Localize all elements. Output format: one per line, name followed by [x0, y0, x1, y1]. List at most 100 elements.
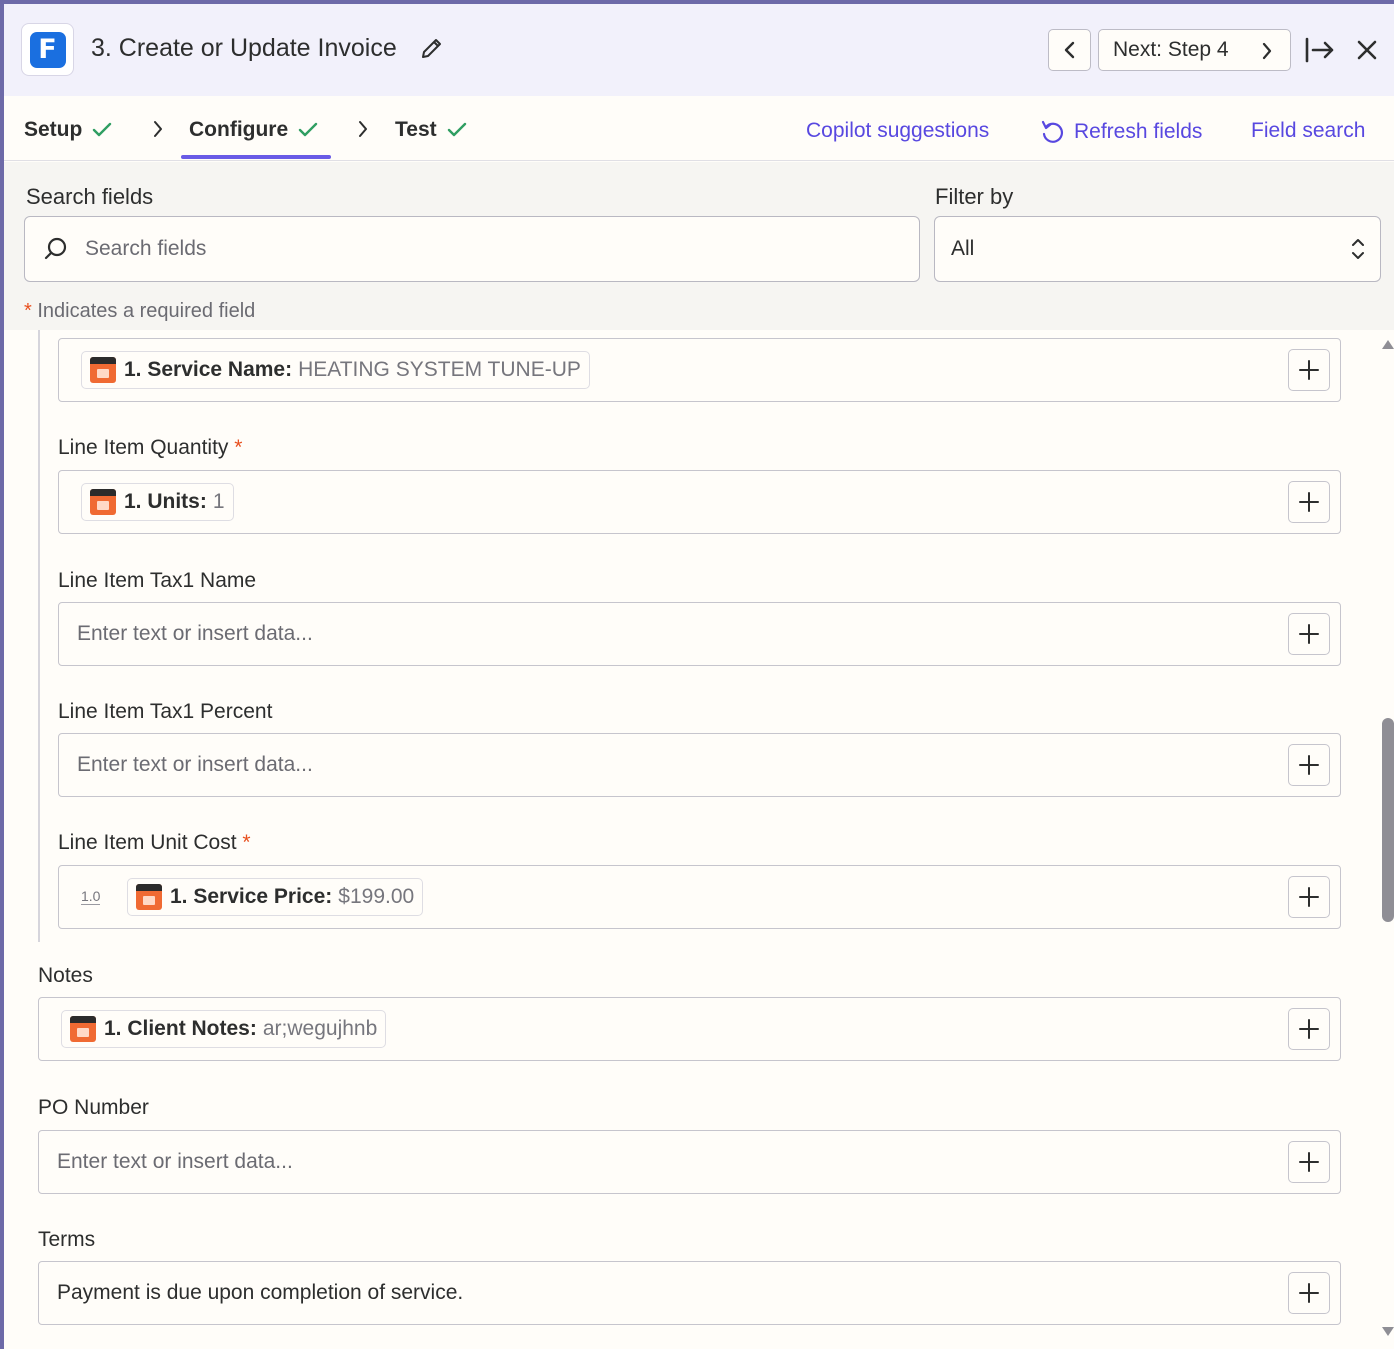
plus-icon [1299, 1019, 1319, 1039]
step-tabs: Setup Configure Test Copilot suggestions [4, 96, 1394, 161]
previous-step-button[interactable] [1048, 29, 1091, 71]
refresh-icon [1041, 120, 1064, 143]
filter-by-select[interactable]: All [934, 216, 1381, 282]
pill-label: 1. Client Notes: [104, 1017, 257, 1040]
chevron-right-icon [154, 121, 162, 137]
pill-label: 1. Service Price: [170, 885, 333, 908]
plus-icon [1299, 1152, 1319, 1172]
select-updown-icon [1352, 239, 1364, 259]
insert-data-button[interactable] [1288, 744, 1330, 786]
tab-test[interactable]: Test [395, 118, 467, 142]
active-tab-indicator [181, 155, 331, 159]
plus-icon [1299, 492, 1319, 512]
tab-label: Setup [24, 118, 83, 141]
plus-icon [1299, 1283, 1319, 1303]
field-value: Payment is due upon completion of servic… [57, 1281, 464, 1304]
insert-data-button[interactable] [1288, 349, 1330, 391]
chevron-left-icon [1064, 41, 1074, 59]
search-fields-input[interactable] [85, 237, 845, 261]
notes-label: Notes [38, 964, 93, 987]
plus-icon [1299, 360, 1319, 380]
required-star: * [234, 436, 243, 459]
next-step-label: Next: Step 4 [1113, 38, 1229, 61]
next-step-button[interactable]: Next: Step 4 [1098, 29, 1291, 71]
terms-label: Terms [38, 1228, 96, 1251]
data-pill[interactable]: 1. Client Notes: ar;wegujhnb [61, 1010, 387, 1048]
app-letter: F [29, 31, 66, 68]
pill-value: 1 [212, 490, 225, 513]
pencil-icon[interactable] [419, 36, 445, 62]
insert-data-button[interactable] [1288, 1008, 1330, 1050]
line-item-unit-cost-label: Line Item Unit Cost * [58, 831, 251, 855]
line-item-tax1-percent-field[interactable]: Enter text or insert data... [58, 733, 1341, 797]
bookly-app-icon [90, 489, 116, 515]
fields-scroll-area[interactable]: 1. Service Name: HEATING SYSTEM TUNE-UP … [4, 330, 1394, 1349]
field-search-button[interactable]: Field search [1251, 119, 1365, 143]
bookly-app-icon [70, 1016, 96, 1042]
insert-data-button[interactable] [1288, 876, 1330, 918]
required-star: * [242, 831, 251, 854]
line-item-quantity-field[interactable]: 1. Units: 1 [58, 470, 1341, 534]
chevron-right-icon [359, 121, 367, 137]
copilot-suggestions-button[interactable]: Copilot suggestions [806, 119, 989, 143]
tab-label: Configure [189, 118, 289, 141]
insert-data-button[interactable] [1288, 613, 1330, 655]
tab-label: Test [395, 118, 437, 141]
step-title: 3. Create or Update Invoice [91, 34, 397, 62]
checkmark-icon [93, 122, 112, 137]
required-field-note: * Indicates a required field [24, 300, 255, 323]
refresh-fields-label: Refresh fields [1074, 120, 1203, 143]
freshbooks-logo-icon: F [21, 23, 74, 76]
refresh-fields-button[interactable]: Refresh fields [1040, 119, 1202, 145]
plus-icon [1299, 624, 1319, 644]
bookly-app-icon [90, 357, 116, 383]
required-note-text: Indicates a required field [37, 300, 256, 322]
chevron-right-icon [1262, 42, 1272, 60]
pill-label: 1. Units: [124, 490, 207, 513]
search-fields-label: Search fields [26, 184, 154, 209]
line-item-group-line [38, 330, 40, 942]
pill-value: ar;wegujhnb [262, 1017, 378, 1040]
collapse-panel-icon[interactable] [1304, 36, 1336, 64]
data-pill[interactable]: 1. Service Name: HEATING SYSTEM TUNE-UP [81, 351, 590, 389]
search-fields-box[interactable] [24, 216, 920, 282]
pill-value: $199.00 [338, 885, 415, 908]
pill-value: HEATING SYSTEM TUNE-UP [298, 358, 581, 381]
filter-by-label: Filter by [935, 184, 1014, 209]
line-item-quantity-label: Line Item Quantity * [58, 436, 242, 460]
terms-field[interactable]: Payment is due upon completion of servic… [38, 1261, 1341, 1325]
filter-by-value: All [951, 237, 975, 260]
checkmark-icon [447, 122, 466, 137]
scroll-down-arrow-icon[interactable] [1381, 1326, 1394, 1338]
step-editor-panel: F 3. Create or Update Invoice Next: Step… [0, 0, 1394, 1349]
number-type-badge: 1.0 [81, 888, 101, 905]
tab-setup[interactable]: Setup [24, 118, 112, 142]
line-item-tax1-name-field[interactable]: Enter text or insert data... [58, 602, 1341, 666]
insert-data-button[interactable] [1288, 1272, 1330, 1314]
field-placeholder: Enter text or insert data... [77, 753, 313, 776]
plus-icon [1299, 755, 1319, 775]
search-icon [44, 237, 67, 260]
line-item-tax1-percent-label: Line Item Tax1 Percent [58, 700, 273, 723]
notes-field[interactable]: 1. Client Notes: ar;wegujhnb [38, 997, 1341, 1061]
field-label-text: Line Item Quantity [58, 436, 229, 459]
data-pill[interactable]: 1. Service Price: $199.00 [127, 878, 424, 916]
scroll-up-arrow-icon[interactable] [1381, 338, 1394, 350]
tab-configure[interactable]: Configure [189, 118, 318, 142]
insert-data-button[interactable] [1288, 481, 1330, 523]
bookly-app-icon [136, 884, 162, 910]
plus-icon [1299, 887, 1319, 907]
line-item-unit-cost-field[interactable]: 1.0 1. Service Price: $199.00 [58, 865, 1341, 929]
scrollbar-thumb[interactable] [1382, 718, 1394, 922]
field-placeholder: Enter text or insert data... [57, 1150, 293, 1173]
pill-label: 1. Service Name: [124, 358, 293, 381]
insert-data-button[interactable] [1288, 1141, 1330, 1183]
po-number-field[interactable]: Enter text or insert data... [38, 1130, 1341, 1194]
line-item-tax1-name-label: Line Item Tax1 Name [58, 569, 257, 592]
data-pill[interactable]: 1. Units: 1 [81, 483, 234, 521]
required-star: * [24, 300, 32, 322]
checkmark-icon [298, 122, 318, 137]
po-number-label: PO Number [38, 1096, 149, 1119]
line-item-name-field[interactable]: 1. Service Name: HEATING SYSTEM TUNE-UP [58, 338, 1341, 402]
close-icon[interactable] [1355, 38, 1379, 62]
